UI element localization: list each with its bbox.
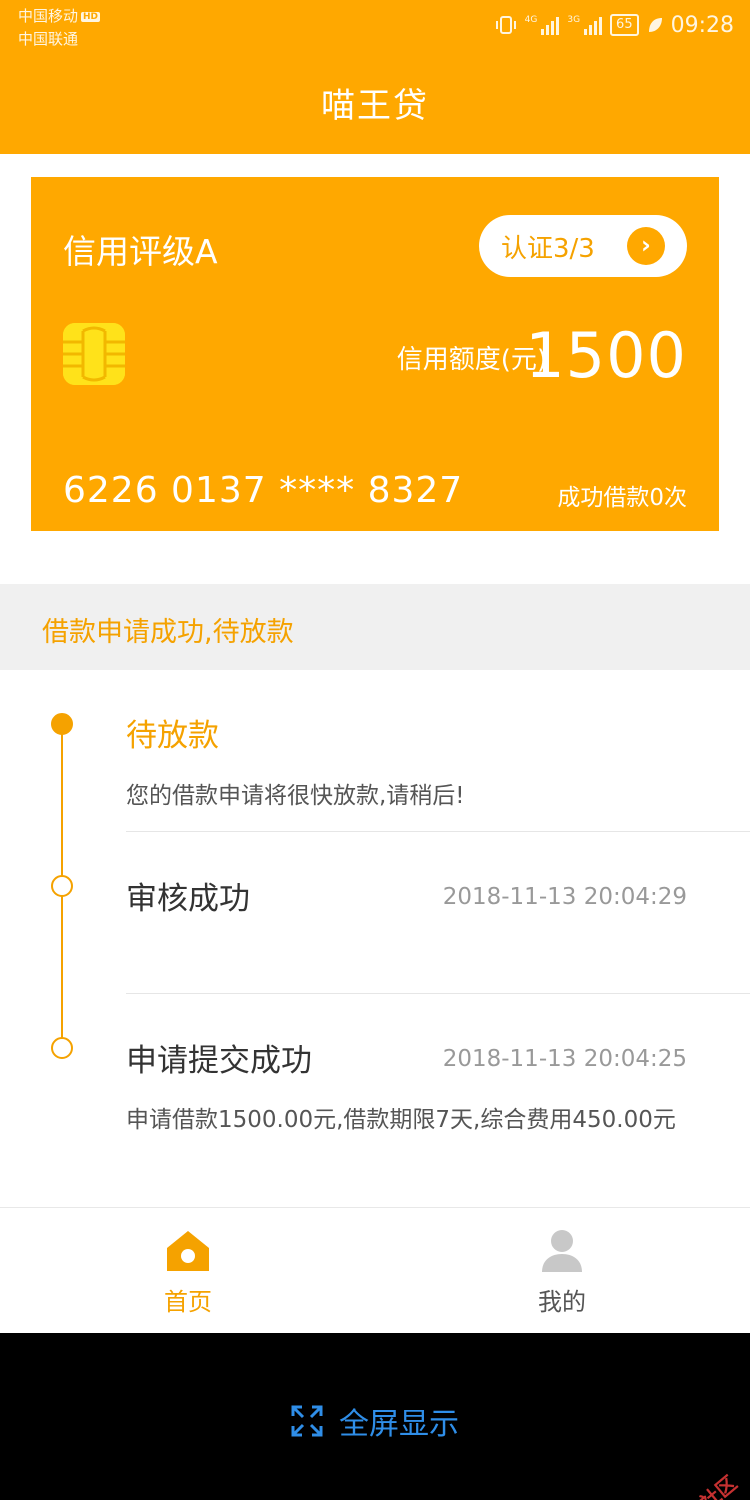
- bottom-nav: 首页 我的: [0, 1207, 750, 1333]
- verify-label: 认证3/3: [501, 233, 595, 264]
- credit-rating: 信用评级A: [63, 232, 218, 271]
- page-title: 喵王贷: [321, 86, 429, 126]
- sim-chip-icon: [63, 323, 125, 385]
- divider: [126, 831, 750, 832]
- user-icon: [542, 1230, 582, 1272]
- bank-card-number: 6226 0137 **** 8327: [63, 470, 464, 511]
- nav-mine-label: 我的: [538, 1288, 586, 1316]
- home-icon: [167, 1231, 209, 1271]
- network-2-label: 3G: [567, 15, 581, 25]
- watermark: 卡农社区: [662, 1468, 742, 1500]
- expand-icon: [291, 1405, 323, 1437]
- nav-item-mine[interactable]: 我的: [462, 1228, 662, 1317]
- verify-button[interactable]: 认证3/3 ›: [479, 215, 687, 277]
- loan-status-text: 借款申请成功,待放款: [42, 617, 294, 648]
- nav-home-label: 首页: [164, 1288, 212, 1316]
- fullscreen-label: 全屏显示: [339, 1407, 459, 1442]
- signal-icon-2: 3G: [567, 15, 603, 35]
- timeline-step-desc: 您的借款申请将很快放款,请稍后!: [126, 783, 465, 809]
- credit-card: 信用评级A 认证3/3 › 信用额度(元) 1500 6226 0137 ***…: [31, 177, 719, 531]
- timeline-step-time: 2018-11-13 20:04:29: [442, 884, 687, 910]
- timeline-step-title: 待放款: [126, 718, 219, 754]
- loan-status-banner: 借款申请成功,待放款: [0, 584, 750, 670]
- fullscreen-button[interactable]: 全屏显示: [0, 1399, 750, 1443]
- status-icons: 4G 3G 65 09:28: [495, 10, 734, 40]
- signal-icon-1: 4G: [525, 15, 560, 35]
- hd-badge: HD: [81, 12, 101, 22]
- timeline-step-title: 申请提交成功: [126, 1043, 312, 1079]
- timeline-step-desc: 申请借款1500.00元,借款期限7天,综合费用450.00元: [126, 1107, 676, 1133]
- header: 中国移动 HD 中国联通 4G 3G 65 09:28 喵王贷: [0, 0, 750, 154]
- app-screen: 中国移动 HD 中国联通 4G 3G 65 09:28 喵王贷 信用评级A 认证3…: [0, 0, 750, 1500]
- timeline-dot: [51, 875, 73, 897]
- divider: [126, 993, 750, 994]
- network-1-label: 4G: [524, 15, 538, 25]
- status-time: 09:28: [670, 12, 734, 38]
- credit-limit-value: 1500: [525, 319, 687, 392]
- leaf-icon: [648, 18, 662, 32]
- status-carrier-1: 中国移动 HD: [18, 5, 101, 26]
- system-bar: 全屏显示 卡农社区: [0, 1333, 750, 1500]
- timeline-dot-active: [51, 713, 73, 735]
- chevron-right-icon: ›: [627, 227, 665, 265]
- carrier-1-label: 中国移动: [18, 7, 79, 25]
- timeline-step-title: 审核成功: [126, 881, 250, 917]
- timeline-dot: [51, 1037, 73, 1059]
- vibrate-icon: [495, 16, 516, 34]
- loan-success-count: 成功借款0次: [557, 485, 687, 511]
- battery-icon: 65: [610, 14, 639, 36]
- status-carrier-2: 中国联通: [18, 30, 79, 48]
- nav-item-home[interactable]: 首页: [88, 1228, 288, 1317]
- timeline-step-time: 2018-11-13 20:04:25: [442, 1046, 687, 1072]
